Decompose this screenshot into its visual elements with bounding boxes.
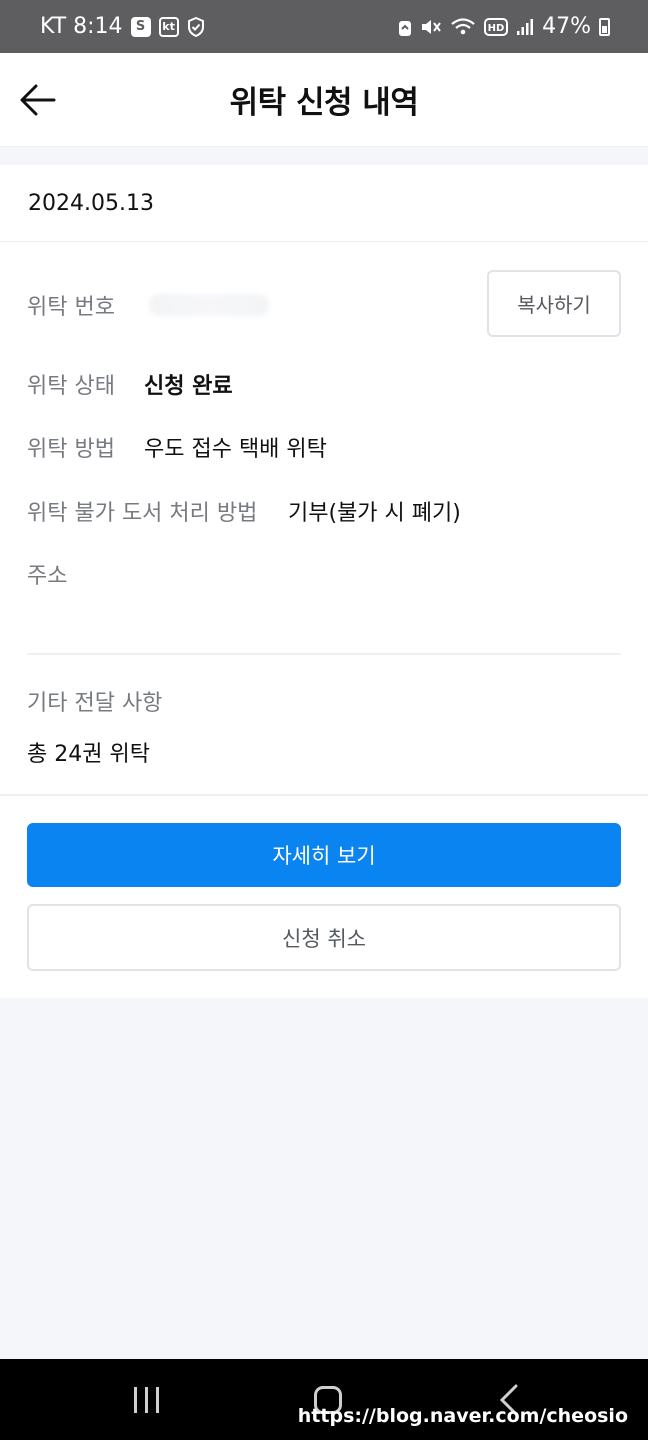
battery-percent: 47% <box>542 14 591 39</box>
kt-icon: kt <box>158 16 179 37</box>
lock-icon <box>398 17 412 37</box>
carrier-time: KT 8:14 <box>40 14 123 39</box>
status-label: 위탁 상태 <box>27 374 115 399</box>
note-value-row: 총 24권 위탁 <box>27 736 150 768</box>
status-left: KT 8:14 S kt <box>40 14 205 39</box>
svg-text:HD: HD <box>488 23 505 34</box>
back-button[interactable] <box>18 80 58 120</box>
mute-icon <box>420 17 442 37</box>
arrow-left-icon <box>20 84 56 116</box>
status-right: HD 47% <box>398 14 610 39</box>
app-header: 위탁 신청 내역 <box>0 53 648 147</box>
signal-icon <box>516 18 534 36</box>
method-label: 위탁 방법 <box>27 437 115 462</box>
battery-icon <box>599 17 610 36</box>
unavailable-label: 위탁 불가 도서 처리 방법 <box>27 501 258 526</box>
recent-apps-icon[interactable] <box>132 1387 162 1413</box>
hd-icon: HD <box>484 17 509 36</box>
address-row: 주소 <box>27 558 67 590</box>
detail-button[interactable]: 자세히 보기 <box>27 823 621 887</box>
cancel-request-button[interactable]: 신청 취소 <box>27 904 621 971</box>
unavailable-value: 기부(불가 시 폐기) <box>288 501 461 526</box>
request-date: 2024.05.13 <box>0 165 648 242</box>
shield-icon <box>187 16 205 37</box>
samsung-s-icon: S <box>130 16 151 37</box>
note-label-row: 기타 전달 사항 <box>27 685 162 717</box>
request-card: 2024.05.13 위탁 번호 복사하기 위탁 상태 신청 완료 위탁 방법 … <box>0 165 648 998</box>
method-value: 우도 접수 택배 위탁 <box>144 437 327 462</box>
page-title: 위탁 신청 내역 <box>229 85 419 121</box>
number-value-redacted <box>148 294 269 316</box>
watermark: https://blog.naver.com/cheosio <box>297 1405 628 1427</box>
note-value: 총 24권 위탁 <box>27 742 150 767</box>
copy-button[interactable]: 복사하기 <box>487 270 621 337</box>
method-row: 위탁 방법 우도 접수 택배 위탁 <box>27 431 327 463</box>
system-nav-bar: https://blog.naver.com/cheosio <box>0 1359 648 1440</box>
number-row: 위탁 번호 <box>27 289 269 321</box>
section-divider <box>27 653 621 655</box>
address-label: 주소 <box>27 564 68 589</box>
wifi-icon <box>450 17 476 37</box>
status-bar: KT 8:14 S kt HD 47% <box>0 0 648 53</box>
note-label: 기타 전달 사항 <box>27 691 163 716</box>
unavailable-row: 위탁 불가 도서 처리 방법 기부(불가 시 폐기) <box>27 495 461 527</box>
status-value: 신청 완료 <box>144 374 233 399</box>
actions-divider <box>0 794 648 796</box>
number-label: 위탁 번호 <box>27 295 115 320</box>
status-row: 위탁 상태 신청 완료 <box>27 368 233 400</box>
